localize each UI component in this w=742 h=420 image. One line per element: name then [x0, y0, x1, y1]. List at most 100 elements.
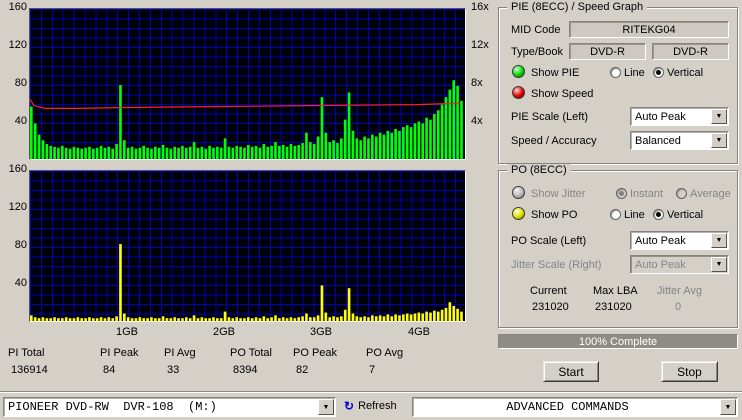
jitter-scale-value: Auto Peak [635, 258, 686, 271]
po-scale-select[interactable]: Auto Peak ▼ [630, 231, 729, 250]
po-vertical-label: Vertical [667, 209, 704, 221]
stat-value: 136914 [11, 364, 48, 376]
stat-value: 82 [296, 364, 309, 376]
stat-label: PI Total [8, 347, 45, 359]
po-line-radio[interactable] [610, 209, 621, 220]
drive-select[interactable]: PIONEER DVD-RW DVR-108 (M:) ▼ [3, 397, 336, 417]
max-lba-value: 231020 [595, 301, 632, 313]
current-label: Current [530, 285, 567, 297]
max-lba-label: Max LBA [593, 285, 638, 297]
show-pie-led[interactable] [512, 65, 525, 78]
refresh-label: Refresh [358, 400, 397, 412]
book-type-value: DVD-R [673, 45, 708, 58]
stat-po-peak: PO Peak 82 [293, 347, 337, 376]
stat-label: PO Avg [366, 347, 404, 359]
po-vertical-radio[interactable] [653, 209, 664, 220]
chevron-down-icon: ▼ [711, 257, 727, 272]
chevron-down-icon[interactable]: ▼ [720, 399, 736, 415]
speed-accuracy-value: Balanced [635, 134, 681, 147]
stat-label: PI Peak [100, 347, 139, 359]
show-jitter-label: Show Jitter [531, 188, 586, 200]
x-tick: 4GB [407, 326, 431, 338]
pie-line-label: Line [624, 67, 645, 79]
stat-pi-avg: PI Avg 33 [164, 347, 196, 376]
book-type-field: DVD-R [652, 43, 729, 60]
po-y-tick: 160 [8, 163, 27, 175]
stat-pi-total: PI Total 136914 [8, 347, 48, 376]
po-graph-plot [29, 170, 466, 322]
speed-tick: 8x [471, 77, 483, 89]
chevron-down-icon[interactable]: ▼ [711, 133, 727, 148]
jitter-instant-label: Instant [630, 188, 664, 200]
x-tick: 2GB [212, 326, 236, 338]
pie-line-radio[interactable] [610, 67, 621, 78]
type-book-label: Type/Book [511, 46, 563, 58]
advanced-commands-value: ADVANCED COMMANDS [506, 400, 629, 414]
po-scale-label: PO Scale (Left) [511, 235, 587, 247]
speed-accuracy-select[interactable]: Balanced ▼ [630, 131, 729, 150]
po-y-tick: 80 [14, 239, 27, 251]
po-scale-value: Auto Peak [635, 234, 686, 247]
stat-label: PO Peak [293, 347, 338, 359]
stat-value: 33 [167, 364, 180, 376]
po-line-label: Line [624, 209, 645, 221]
chevron-down-icon[interactable]: ▼ [711, 109, 727, 124]
speed-tick: 4x [471, 115, 483, 127]
advanced-commands-select[interactable]: ADVANCED COMMANDS ▼ [412, 397, 738, 417]
show-po-label: Show PO [531, 209, 578, 221]
pie-y-tick: 40 [14, 115, 27, 127]
jitter-instant-radio [616, 188, 627, 199]
pie-scale-label: PIE Scale (Left) [511, 111, 589, 123]
stat-value: 7 [369, 364, 376, 376]
pie-series [30, 80, 463, 159]
stat-pi-peak: PI Peak 84 [100, 347, 139, 376]
stop-button-label: Stop [677, 364, 702, 379]
pie-graph-plot [29, 8, 466, 160]
jitter-average-radio [676, 188, 687, 199]
speed-tick: 16x [471, 1, 489, 13]
po-y-tick: 40 [14, 277, 27, 289]
po-y-tick: 120 [8, 201, 27, 213]
show-jitter-led [512, 186, 525, 199]
x-tick: 1GB [115, 326, 139, 338]
stat-label: PO Total [230, 347, 272, 359]
jitter-scale-label: Jitter Scale (Right) [511, 259, 602, 271]
stop-button[interactable]: Stop [661, 361, 718, 382]
pie-scale-select[interactable]: Auto Peak ▼ [630, 107, 729, 126]
refresh-control[interactable]: ↻ Refresh [344, 400, 397, 412]
mid-code-label: MID Code [511, 24, 561, 36]
show-pie-label: Show PIE [531, 67, 580, 79]
chevron-down-icon[interactable]: ▼ [711, 233, 727, 248]
show-po-led[interactable] [512, 207, 525, 220]
speed-tick: 12x [471, 39, 489, 51]
po-groupbox: PO (8ECC) Show Jitter Instant Average Sh… [498, 164, 738, 328]
pie-y-tick: 160 [8, 1, 27, 13]
groupbox-title: PIE (8ECC) / Speed Graph [507, 1, 648, 14]
show-speed-label: Show Speed [531, 88, 594, 100]
po-series [30, 244, 463, 321]
pie-vertical-radio[interactable] [653, 67, 664, 78]
disc-type-field: DVD-R [569, 43, 646, 60]
chevron-down-icon[interactable]: ▼ [318, 399, 334, 415]
pie-scale-value: Auto Peak [635, 110, 686, 123]
jitter-avg-value: 0 [675, 301, 682, 313]
mid-code-field: RITEKG04 [569, 21, 729, 38]
pie-y-tick: 120 [8, 39, 27, 51]
mid-code-value: RITEKG04 [622, 23, 676, 36]
pie-vertical-label: Vertical [667, 67, 704, 79]
show-speed-led[interactable] [512, 86, 525, 99]
jitter-scale-select: Auto Peak ▼ [630, 255, 729, 274]
drive-select-value: PIONEER DVD-RW DVR-108 (M:) [8, 400, 217, 414]
stat-value: 8394 [233, 364, 258, 376]
refresh-icon: ↻ [344, 399, 355, 413]
stat-po-total: PO Total 8394 [230, 347, 272, 376]
jitter-avg-label: Jitter Avg [657, 285, 703, 297]
progress-bar: 100% Complete [498, 334, 738, 349]
disc-type-value: DVD-R [590, 45, 625, 58]
stat-po-avg: PO Avg 7 [366, 347, 403, 376]
start-button[interactable]: Start [543, 361, 599, 382]
bottom-bar: PIONEER DVD-RW DVR-108 (M:) ▼ ↻ Refresh … [0, 392, 742, 420]
groupbox-title: PO (8ECC) [507, 164, 571, 177]
progress-text: 100% Complete [578, 335, 658, 348]
pie-speed-groupbox: PIE (8ECC) / Speed Graph MID Code RITEKG… [498, 1, 738, 164]
